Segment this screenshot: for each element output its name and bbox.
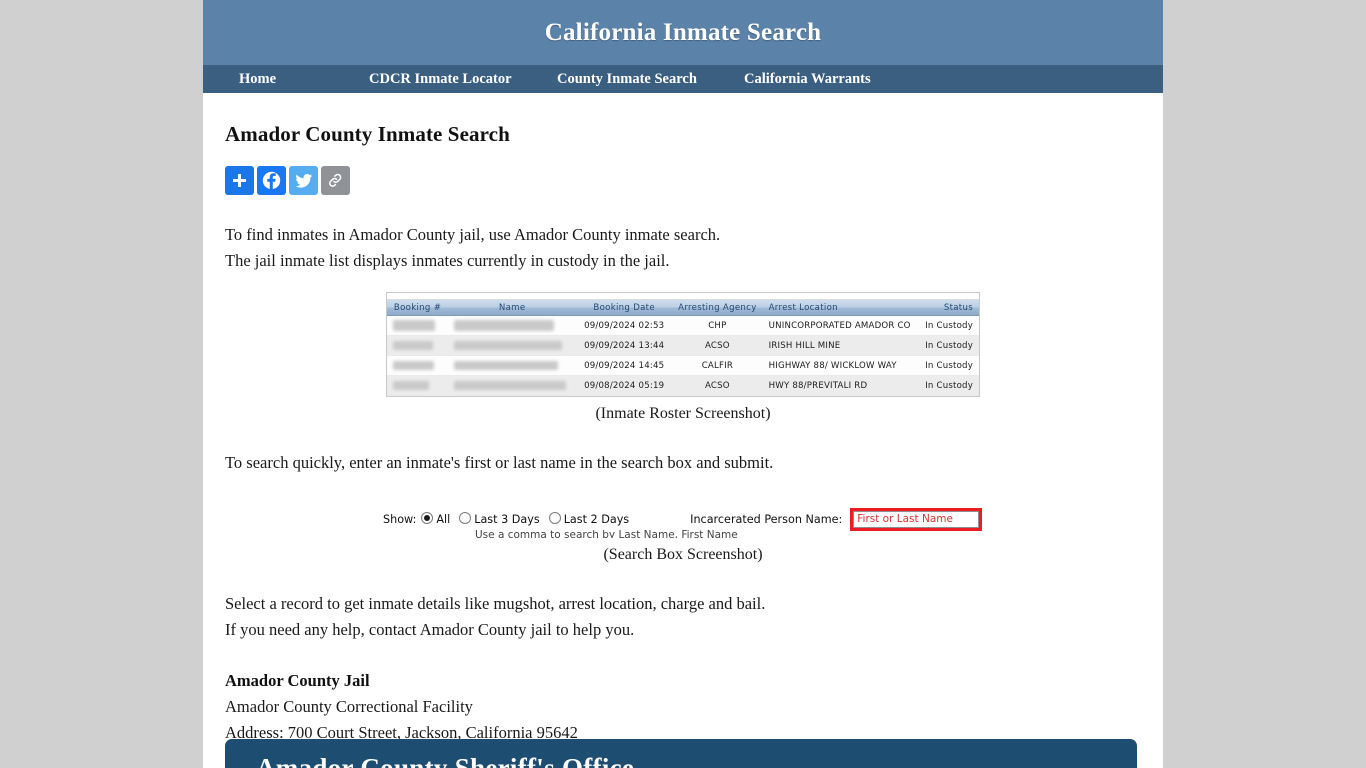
sheriff-office-banner-title: Amador County Sheriff's Office [256,753,635,768]
cell-arresting-agency: ACSO [672,335,763,356]
intro-line-1: To find inmates in Amador County jail, u… [225,225,721,244]
cell-status: In Custody [917,315,979,336]
link-chain-icon [327,172,344,189]
roster-table-body: 09/09/2024 02:53 CHP UNINCORPORATED AMAD… [387,315,979,396]
cell-name [448,335,577,356]
table-row[interactable]: 09/08/2024 05:19 ACSO HWY 88/PREVITALI R… [387,375,979,396]
roster-screenshot-caption: (Inmate Roster Screenshot) [595,405,771,422]
cell-status: In Custody [917,355,979,376]
radio-option-all[interactable]: All [421,512,450,526]
cell-name [448,315,577,336]
cell-booking-date: 09/09/2024 14:45 [576,355,673,376]
search-box-screenshot: Show: All Last 3 Days Last 2 Days Incarc… [383,508,983,538]
cell-booking-date: 09/09/2024 13:44 [576,335,673,356]
cell-booking-number [387,315,449,336]
main-content: Amador County Inmate Search To find inma… [203,122,1163,768]
nav-item-cdcr-inmate-locator[interactable]: CDCR Inmate Locator [369,71,557,88]
main-navigation: Home CDCR Inmate Locator County Inmate S… [203,65,1163,93]
show-label: Show: [383,512,417,526]
cell-booking-date: 09/09/2024 02:53 [576,315,673,336]
radio-last-2-days-label: Last 2 Days [563,513,630,526]
radio-last-3-days-label: Last 3 Days [474,513,540,526]
roster-table-head: Booking # Name Booking Date Arresting Ag… [387,300,979,316]
column-header-name: Name [448,300,577,316]
cell-booking-number [387,355,449,376]
cell-booking-number [387,375,449,396]
site-title: California Inmate Search [544,18,822,46]
radio-last-2-days-icon[interactable] [548,512,561,524]
redacted-booking-number [393,320,435,331]
column-header-arresting-agency: Arresting Agency [672,300,763,316]
jail-name: Amador County Jail [225,671,370,690]
page-container: California Inmate Search Home CDCR Inmat… [203,0,1163,768]
inmate-roster-table: Booking # Name Booking Date Arresting Ag… [387,300,979,396]
incarcerated-person-name-label: Incarcerated Person Name: [690,512,843,526]
copy-link-button[interactable] [321,166,350,195]
redacted-name [454,360,559,370]
redacted-booking-number [393,340,433,350]
nav-item-county-inmate-search[interactable]: County Inmate Search [557,71,744,88]
facebook-icon [262,171,281,190]
nav-item-california-warrants[interactable]: California Warrants [744,71,924,88]
outro-line-2: If you need any help, contact Amador Cou… [225,620,635,639]
site-header: California Inmate Search [203,0,1163,65]
addthis-share-button[interactable] [225,166,254,195]
radio-all-icon[interactable] [421,512,434,524]
radio-option-last-3-days[interactable]: Last 3 Days [459,512,540,526]
cell-booking-number [387,335,449,356]
search-intro-block: To search quickly, enter an inmate's fir… [225,450,1141,476]
table-row[interactable]: 09/09/2024 14:45 CALFIR HIGHWAY 88/ WICK… [387,355,979,376]
intro-paragraphs: To find inmates in Amador County jail, u… [225,222,1141,274]
redacted-booking-number [393,380,429,390]
nav-item-home[interactable]: Home [239,71,369,88]
column-header-booking-date: Booking Date [576,300,673,316]
redacted-booking-number [393,360,434,370]
radio-last-3-days-icon[interactable] [459,512,472,524]
search-intro-text: To search quickly, enter an inmate's fir… [225,453,774,472]
roster-screenshot-block: Booking # Name Booking Date Arresting Ag… [225,292,1141,423]
twitter-bird-icon [294,172,313,190]
share-buttons [225,166,1141,195]
cell-arresting-agency: ACSO [672,375,763,396]
column-header-booking-number: Booking # [387,300,449,316]
search-box-clipped-hint: Use a comma to search by Last Name, Firs… [475,529,738,538]
cell-arrest-location: HWY 88/PREVITALI RD [762,375,918,396]
cell-name [448,375,577,396]
cell-arrest-location: HIGHWAY 88/ WICKLOW WAY [762,355,918,376]
plus-icon [231,172,248,189]
search-input[interactable] [853,510,980,528]
column-header-arrest-location: Arrest Location [762,300,918,316]
cell-status: In Custody [917,335,979,356]
cell-arrest-location: UNINCORPORATED AMADOR CO [762,315,918,336]
search-box-controls: Show: All Last 3 Days Last 2 Days Incarc… [383,508,983,531]
redacted-name [454,380,567,390]
radio-option-last-2-days[interactable]: Last 2 Days [548,512,630,526]
inmate-roster-screenshot: Booking # Name Booking Date Arresting Ag… [386,292,980,397]
outro-paragraphs: Select a record to get inmate details li… [225,591,1141,643]
outro-line-1: Select a record to get inmate details li… [225,594,766,613]
cell-arresting-agency: CHP [672,315,763,336]
sheriff-office-banner: Amador County Sheriff's Office [225,739,1137,768]
facebook-share-button[interactable] [257,166,286,195]
redacted-name [454,340,563,350]
cell-arresting-agency: CALFIR [672,355,763,376]
twitter-share-button[interactable] [289,166,318,195]
table-row[interactable]: 09/09/2024 02:53 CHP UNINCORPORATED AMAD… [387,315,979,336]
cell-status: In Custody [917,375,979,396]
search-screenshot-block: Show: All Last 3 Days Last 2 Days Incarc… [225,494,1141,564]
page-title: Amador County Inmate Search [225,122,510,146]
table-row[interactable]: 09/09/2024 13:44 ACSO IRISH HILL MINE In… [387,335,979,356]
cell-name [448,355,577,376]
roster-header-row: Booking # Name Booking Date Arresting Ag… [387,300,979,316]
search-screenshot-caption: (Search Box Screenshot) [603,546,763,563]
jail-facility: Amador County Correctional Facility [225,697,473,716]
redacted-name [454,320,555,331]
search-input-highlight [850,508,983,531]
roster-screenshot-top-edge [387,293,979,300]
intro-line-2: The jail inmate list displays inmates cu… [225,251,670,270]
cell-booking-date: 09/08/2024 05:19 [576,375,673,396]
cell-arrest-location: IRISH HILL MINE [762,335,918,356]
radio-all-label: All [436,513,451,526]
column-header-status: Status [917,300,979,316]
